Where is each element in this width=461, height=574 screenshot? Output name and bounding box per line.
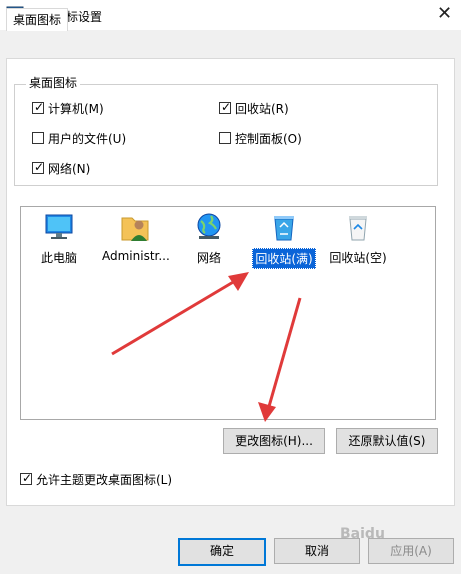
- group-legend: 桌面图标: [26, 74, 81, 91]
- icon-item-recycle-bin-empty[interactable]: 回收站(空): [323, 212, 393, 267]
- network-globe-icon: [197, 213, 221, 239]
- tab-desktop-icons[interactable]: 桌面图标: [6, 8, 68, 31]
- computer-checkbox[interactable]: ✓: [32, 100, 45, 114]
- icon-label-this-pc: 此电脑: [40, 251, 77, 265]
- close-icon[interactable]: ✕: [428, 0, 461, 30]
- icon-label-recycle-bin-empty: 回收站(空): [329, 251, 387, 265]
- check-icon: ✓: [221, 100, 232, 114]
- icon-label-administrator: Administr...: [102, 249, 170, 263]
- ok-button[interactable]: 确定: [178, 538, 266, 566]
- allow-themes-checkbox[interactable]: ✓: [20, 471, 33, 485]
- control-panel-checkbox-label[interactable]: 控制面板(O): [235, 130, 302, 147]
- network-checkbox[interactable]: ✓: [32, 160, 45, 174]
- recycle-bin-full-icon: [274, 216, 294, 241]
- icon-item-this-pc[interactable]: 此电脑: [24, 212, 94, 267]
- check-icon: ✓: [34, 100, 45, 114]
- icon-label-recycle-bin-full: 回收站(满): [252, 248, 316, 269]
- icon-item-network[interactable]: 网络: [174, 212, 244, 267]
- watermark: Baidu: [340, 526, 385, 542]
- title-bar: 桌面图标设置 ✕: [0, 0, 461, 30]
- user-files-checkbox[interactable]: [32, 132, 44, 144]
- user-folder-icon: [121, 217, 149, 241]
- icon-item-recycle-bin-full[interactable]: 回收站(满): [249, 212, 319, 269]
- allow-themes-label[interactable]: 允许主题更改桌面图标(L): [36, 471, 172, 488]
- recycle-bin-checkbox[interactable]: ✓: [219, 100, 232, 114]
- user-files-checkbox-label[interactable]: 用户的文件(U): [48, 130, 126, 147]
- recycle-bin-checkbox-label[interactable]: 回收站(R): [235, 100, 289, 117]
- network-checkbox-label[interactable]: 网络(N): [48, 160, 90, 177]
- computer-checkbox-label[interactable]: 计算机(M): [48, 100, 104, 117]
- computer-icon: [45, 214, 73, 239]
- tab-bar: [0, 30, 461, 58]
- check-icon: ✓: [22, 471, 33, 485]
- restore-default-button[interactable]: 还原默认值(S): [336, 428, 438, 454]
- recycle-bin-empty-icon: [349, 216, 367, 241]
- control-panel-checkbox[interactable]: [219, 132, 231, 144]
- change-icon-button[interactable]: 更改图标(H)...: [223, 428, 325, 454]
- icon-item-administrator[interactable]: Administr...: [100, 212, 170, 264]
- icon-label-network: 网络: [196, 251, 221, 265]
- check-icon: ✓: [34, 160, 45, 174]
